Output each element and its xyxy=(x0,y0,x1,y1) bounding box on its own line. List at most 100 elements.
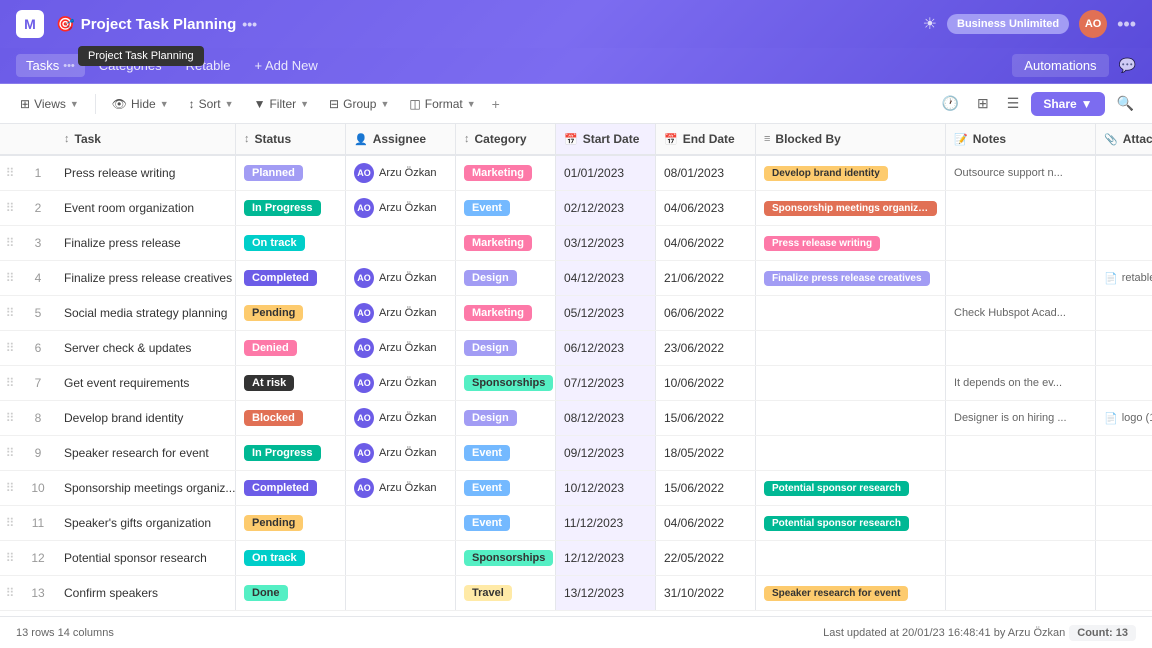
cell-assignee[interactable] xyxy=(346,576,456,610)
cell-notes[interactable] xyxy=(946,576,1096,610)
cell-assignee[interactable]: AOArzu Özkan xyxy=(346,331,456,365)
drag-handle[interactable]: ⠿ xyxy=(0,341,20,355)
cell-enddate[interactable]: 15/06/2022 xyxy=(656,401,756,435)
cell-startdate[interactable]: 08/12/2023 xyxy=(556,401,656,435)
cell-status[interactable]: Pending xyxy=(236,296,346,330)
cell-startdate[interactable]: 05/12/2023 xyxy=(556,296,656,330)
cell-task[interactable]: Social media strategy planning xyxy=(56,296,236,330)
cell-status[interactable]: At risk xyxy=(236,366,346,400)
drag-handle[interactable]: ⠿ xyxy=(0,446,20,460)
cell-category[interactable]: Sponsorships xyxy=(456,366,556,400)
drag-handle[interactable]: ⠿ xyxy=(0,306,20,320)
cell-startdate[interactable]: 09/12/2023 xyxy=(556,436,656,470)
col-header-attachments[interactable]: 📎 Attachments xyxy=(1096,124,1152,154)
cell-category[interactable]: Marketing xyxy=(456,156,556,190)
cell-attachments[interactable] xyxy=(1096,506,1152,540)
cell-startdate[interactable]: 03/12/2023 xyxy=(556,226,656,260)
cell-task[interactable]: Press release writing xyxy=(56,156,236,190)
sort-button[interactable]: ↕ Sort ▼ xyxy=(181,93,242,115)
cell-notes[interactable] xyxy=(946,471,1096,505)
cell-assignee[interactable]: AOArzu Özkan xyxy=(346,156,456,190)
cell-assignee[interactable] xyxy=(346,541,456,575)
cell-status[interactable]: Pending xyxy=(236,506,346,540)
cell-category[interactable]: Marketing xyxy=(456,296,556,330)
cell-assignee[interactable]: AOArzu Özkan xyxy=(346,471,456,505)
cell-blockedby[interactable]: Press release writing xyxy=(756,226,946,260)
cell-task[interactable]: Finalize press release creatives xyxy=(56,261,236,295)
cell-category[interactable]: Sponsorships xyxy=(456,541,556,575)
cell-blockedby[interactable]: Potential sponsor research xyxy=(756,506,946,540)
drag-handle[interactable]: ⠿ xyxy=(0,481,20,495)
cell-status[interactable]: On track xyxy=(236,226,346,260)
chat-icon[interactable]: 💬 xyxy=(1119,57,1136,74)
cell-assignee[interactable]: AOArzu Özkan xyxy=(346,261,456,295)
cell-notes[interactable] xyxy=(946,436,1096,470)
automations-button[interactable]: Automations xyxy=(1012,54,1108,77)
cell-category[interactable]: Travel xyxy=(456,576,556,610)
cell-attachments[interactable]: 📄retable_opengraph.p xyxy=(1096,261,1152,295)
tab-tasks-more[interactable]: ••• xyxy=(63,60,75,72)
cell-category[interactable]: Marketing xyxy=(456,226,556,260)
cell-enddate[interactable]: 04/06/2022 xyxy=(656,226,756,260)
cell-blockedby[interactable] xyxy=(756,366,946,400)
drag-handle[interactable]: ⠿ xyxy=(0,201,20,215)
cell-blockedby[interactable]: Finalize press release creatives xyxy=(756,261,946,295)
cell-attachments[interactable] xyxy=(1096,156,1152,190)
cell-startdate[interactable]: 01/01/2023 xyxy=(556,156,656,190)
add-new-button[interactable]: + Add New xyxy=(244,54,327,77)
cell-startdate[interactable]: 07/12/2023 xyxy=(556,366,656,400)
drag-handle[interactable]: ⠿ xyxy=(0,271,20,285)
cell-notes[interactable] xyxy=(946,191,1096,225)
cell-notes[interactable] xyxy=(946,506,1096,540)
drag-handle[interactable]: ⠿ xyxy=(0,411,20,425)
col-header-notes[interactable]: 📝 Notes xyxy=(946,124,1096,154)
drag-handle[interactable]: ⠿ xyxy=(0,166,20,180)
cell-enddate[interactable]: 10/06/2022 xyxy=(656,366,756,400)
cell-attachments[interactable] xyxy=(1096,471,1152,505)
cell-task[interactable]: Event room organization xyxy=(56,191,236,225)
share-button[interactable]: Share ▼ xyxy=(1031,92,1104,116)
cell-enddate[interactable]: 04/06/2023 xyxy=(656,191,756,225)
cell-blockedby[interactable] xyxy=(756,296,946,330)
cell-assignee[interactable]: AOArzu Özkan xyxy=(346,436,456,470)
cell-task[interactable]: Speaker's gifts organization xyxy=(56,506,236,540)
cell-enddate[interactable]: 15/06/2022 xyxy=(656,471,756,505)
cell-status[interactable]: On track xyxy=(236,541,346,575)
tab-tasks[interactable]: Tasks ••• xyxy=(16,54,85,77)
cell-startdate[interactable]: 10/12/2023 xyxy=(556,471,656,505)
cell-enddate[interactable]: 22/05/2022 xyxy=(656,541,756,575)
cell-blockedby[interactable] xyxy=(756,331,946,365)
group-button[interactable]: ⊟ Group ▼ xyxy=(321,93,397,115)
col-header-assignee[interactable]: 👤 Assignee xyxy=(346,124,456,154)
cell-task[interactable]: Sponsorship meetings organiz... xyxy=(56,471,236,505)
cell-blockedby[interactable]: Develop brand identity xyxy=(756,156,946,190)
cell-assignee[interactable]: AOArzu Özkan xyxy=(346,401,456,435)
cell-blockedby[interactable]: Potential sponsor research xyxy=(756,471,946,505)
search-button[interactable]: 🔍 xyxy=(1111,91,1140,116)
cell-assignee[interactable]: AOArzu Özkan xyxy=(346,296,456,330)
cell-attachments[interactable] xyxy=(1096,331,1152,365)
cell-enddate[interactable]: 31/10/2022 xyxy=(656,576,756,610)
business-badge[interactable]: Business Unlimited xyxy=(947,14,1069,34)
cell-blockedby[interactable]: Sponsorship meetings organization xyxy=(756,191,946,225)
drag-handle[interactable]: ⠿ xyxy=(0,376,20,390)
drag-handle[interactable]: ⠿ xyxy=(0,586,20,600)
header-more-button[interactable]: ••• xyxy=(1117,14,1136,35)
cell-enddate[interactable]: 08/01/2023 xyxy=(656,156,756,190)
theme-toggle-icon[interactable]: ☀ xyxy=(923,14,937,34)
cell-assignee[interactable] xyxy=(346,506,456,540)
cell-notes[interactable] xyxy=(946,226,1096,260)
cell-status[interactable]: In Progress xyxy=(236,191,346,225)
layout-button[interactable]: ☰ xyxy=(1001,91,1026,116)
cell-notes[interactable] xyxy=(946,331,1096,365)
cell-task[interactable]: Get event requirements xyxy=(56,366,236,400)
cell-enddate[interactable]: 18/05/2022 xyxy=(656,436,756,470)
col-header-blockedby[interactable]: ≡ Blocked By xyxy=(756,124,946,154)
cell-status[interactable]: Denied xyxy=(236,331,346,365)
cell-startdate[interactable]: 13/12/2023 xyxy=(556,576,656,610)
cell-category[interactable]: Event xyxy=(456,191,556,225)
cell-status[interactable]: Planned xyxy=(236,156,346,190)
cell-startdate[interactable]: 06/12/2023 xyxy=(556,331,656,365)
cell-startdate[interactable]: 02/12/2023 xyxy=(556,191,656,225)
cell-startdate[interactable]: 04/12/2023 xyxy=(556,261,656,295)
